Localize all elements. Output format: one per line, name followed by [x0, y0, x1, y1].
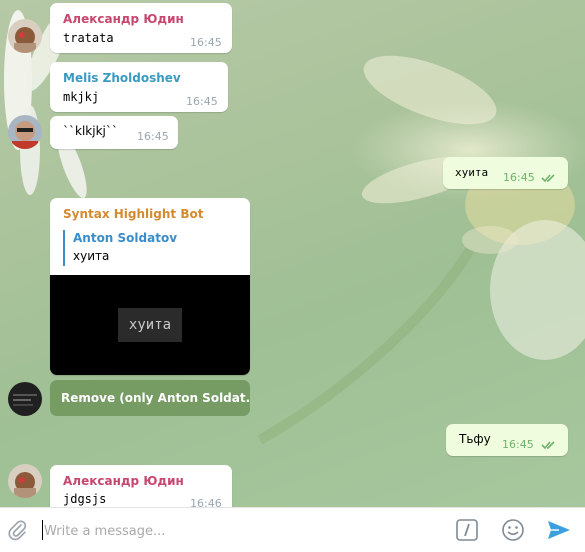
avatar-aleksandr[interactable] — [8, 464, 42, 498]
message-time: 16:45 — [186, 95, 218, 108]
avatar-image — [8, 19, 42, 53]
paperclip-icon[interactable] — [7, 519, 27, 541]
bot-author-name[interactable]: Syntax Highlight Bot — [63, 207, 203, 221]
send-icon[interactable] — [547, 519, 571, 541]
message-time: 16:45 — [190, 36, 222, 49]
avatar-bot[interactable] — [8, 382, 42, 416]
message-text: mkjkj — [63, 90, 100, 104]
message-time: 16:45 — [503, 171, 535, 184]
message-input[interactable] — [42, 519, 426, 543]
double-check-icon — [541, 174, 555, 183]
reply-bar — [63, 230, 65, 266]
slash-command-icon[interactable] — [456, 519, 478, 541]
reply-text: хуита — [73, 249, 110, 263]
message-text: ``klkjkj`` — [63, 124, 118, 138]
inline-keyboard-button[interactable]: Remove (only Anton Soldat... — [50, 380, 250, 416]
message-text: jdgsjs — [63, 492, 107, 506]
message-bubble[interactable]: ``klkjkj`` 16:45 — [50, 116, 178, 149]
message-bubble[interactable]: Александр Юдин tratata 16:45 — [50, 3, 232, 53]
message-time: 16:45 — [137, 130, 169, 143]
message-bubble[interactable]: Александр Юдин jdgsjs 16:46 — [50, 465, 232, 507]
outgoing-message-bubble[interactable]: Тьфу 16:45 — [446, 424, 568, 456]
avatar-image — [8, 115, 42, 149]
chat-area[interactable]: Александр Юдин tratata 16:45 Melis Zhold… — [0, 0, 585, 507]
message-text: tratata — [63, 31, 114, 45]
avatar-image — [8, 382, 42, 416]
code-preview-text: хуита — [118, 308, 182, 342]
avatar-aleksandr[interactable] — [8, 19, 42, 53]
message-composer — [0, 507, 585, 552]
avatar-image — [8, 464, 42, 498]
message-time: 16:46 — [190, 497, 222, 507]
outgoing-message-bubble[interactable]: хуита 16:45 — [443, 157, 568, 189]
reply-author-name[interactable]: Anton Soldatov — [73, 231, 177, 245]
message-text: хуита — [455, 166, 489, 179]
message-text: Тьфу — [459, 432, 491, 446]
avatar-melis[interactable] — [8, 115, 42, 149]
double-check-icon — [541, 441, 555, 450]
author-name[interactable]: Александр Юдин — [63, 12, 184, 26]
bot-message-card[interactable]: Syntax Highlight Bot Anton Soldatov хуит… — [50, 198, 250, 375]
code-preview-image[interactable]: хуита — [50, 275, 250, 375]
message-bubble[interactable]: Melis Zholdoshev mkjkj 16:45 — [50, 62, 228, 112]
message-time: 16:45 — [502, 438, 534, 451]
author-name[interactable]: Melis Zholdoshev — [63, 71, 181, 85]
author-name[interactable]: Александр Юдин — [63, 474, 184, 488]
smile-icon[interactable] — [501, 518, 525, 542]
